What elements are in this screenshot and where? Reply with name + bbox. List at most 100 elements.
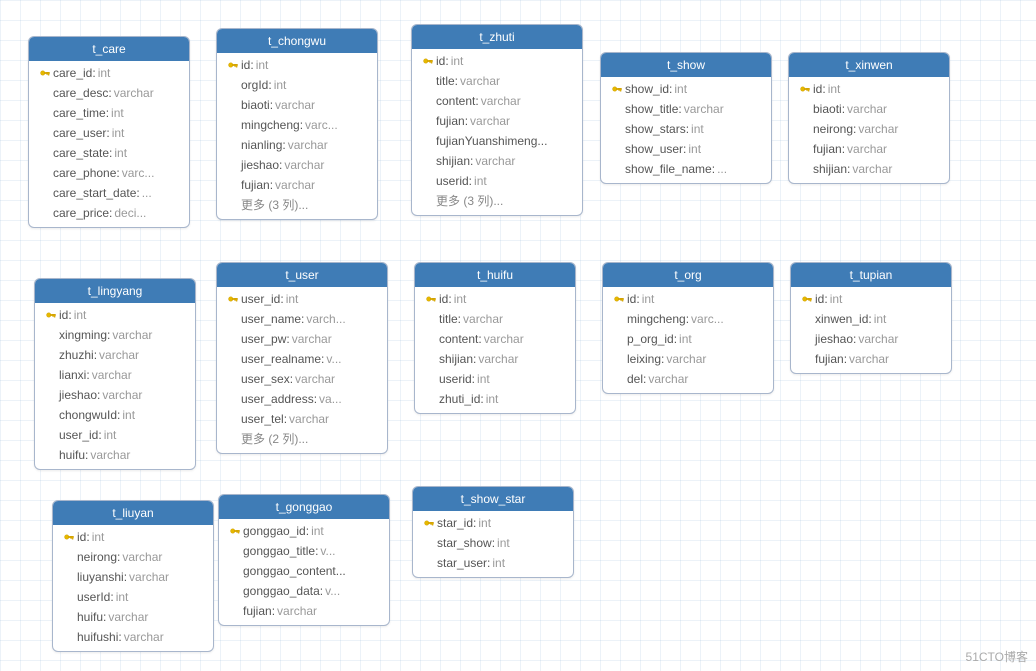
column-row[interactable]: show_stars: int xyxy=(601,119,771,139)
column-row[interactable]: user_id: int xyxy=(217,289,387,309)
table-header[interactable]: t_org xyxy=(603,263,773,287)
column-row[interactable]: care_state: int xyxy=(29,143,189,163)
column-row[interactable]: fujian: varchar xyxy=(412,111,582,131)
column-row[interactable]: fujian: varchar xyxy=(789,139,949,159)
column-row[interactable]: neirong: varchar xyxy=(53,547,213,567)
table-t_huifu[interactable]: t_huifuid: inttitle: varcharcontent: var… xyxy=(414,262,576,414)
column-row[interactable]: user_name: varch... xyxy=(217,309,387,329)
column-row[interactable]: user_address: va... xyxy=(217,389,387,409)
column-row[interactable]: care_id: int xyxy=(29,63,189,83)
column-row[interactable]: id: int xyxy=(603,289,773,309)
column-row[interactable]: fujian: varchar xyxy=(219,601,389,621)
table-header[interactable]: t_zhuti xyxy=(412,25,582,49)
column-row[interactable]: lianxi: varchar xyxy=(35,365,195,385)
table-header[interactable]: t_liuyan xyxy=(53,501,213,525)
column-row[interactable]: star_user: int xyxy=(413,553,573,573)
column-row[interactable]: user_pw: varchar xyxy=(217,329,387,349)
column-row[interactable]: id: int xyxy=(35,305,195,325)
column-row[interactable]: fujianYuanshimeng... xyxy=(412,131,582,151)
column-row[interactable]: show_user: int xyxy=(601,139,771,159)
column-row[interactable]: care_price: deci... xyxy=(29,203,189,223)
column-row[interactable]: mingcheng: varc... xyxy=(603,309,773,329)
table-header[interactable]: t_show xyxy=(601,53,771,77)
table-header[interactable]: t_xinwen xyxy=(789,53,949,77)
column-row[interactable]: id: int xyxy=(791,289,951,309)
column-row[interactable]: show_title: varchar xyxy=(601,99,771,119)
column-row[interactable]: id: int xyxy=(53,527,213,547)
column-row[interactable]: huifu: varchar xyxy=(53,607,213,627)
column-row[interactable]: user_realname: v... xyxy=(217,349,387,369)
column-row[interactable]: id: int xyxy=(217,55,377,75)
column-row[interactable]: user_tel: varchar xyxy=(217,409,387,429)
table-header[interactable]: t_care xyxy=(29,37,189,61)
column-row[interactable]: xingming: varchar xyxy=(35,325,195,345)
column-row[interactable]: care_user: int xyxy=(29,123,189,143)
table-t_show[interactable]: t_showshow_id: intshow_title: varcharsho… xyxy=(600,52,772,184)
column-row[interactable]: userid: int xyxy=(412,171,582,191)
table-header[interactable]: t_huifu xyxy=(415,263,575,287)
table-header[interactable]: t_show_star xyxy=(413,487,573,511)
column-row[interactable]: fujian: varchar xyxy=(791,349,951,369)
column-row[interactable]: care_time: int xyxy=(29,103,189,123)
table-t_xinwen[interactable]: t_xinwenid: intbiaoti: varcharneirong: v… xyxy=(788,52,950,184)
column-row[interactable]: show_id: int xyxy=(601,79,771,99)
column-row[interactable]: star_id: int xyxy=(413,513,573,533)
column-row[interactable]: nianling: varchar xyxy=(217,135,377,155)
column-row[interactable]: zhuti_id: int xyxy=(415,389,575,409)
table-t_chongwu[interactable]: t_chongwuid: intorgId: intbiaoti: varcha… xyxy=(216,28,378,220)
column-row[interactable]: mingcheng: varc... xyxy=(217,115,377,135)
column-row[interactable]: shijian: varchar xyxy=(412,151,582,171)
column-row[interactable]: title: varchar xyxy=(412,71,582,91)
table-t_org[interactable]: t_orgid: intmingcheng: varc...p_org_id: … xyxy=(602,262,774,394)
column-row[interactable]: care_desc: varchar xyxy=(29,83,189,103)
column-row[interactable]: shijian: varchar xyxy=(789,159,949,179)
table-t_show_star[interactable]: t_show_starstar_id: intstar_show: intsta… xyxy=(412,486,574,578)
table-t_care[interactable]: t_carecare_id: intcare_desc: varcharcare… xyxy=(28,36,190,228)
more-columns-link[interactable]: 更多 (3 列)... xyxy=(217,195,377,215)
column-row[interactable]: gonggao_data: v... xyxy=(219,581,389,601)
table-header[interactable]: t_user xyxy=(217,263,387,287)
column-row[interactable]: content: varchar xyxy=(415,329,575,349)
column-row[interactable]: gonggao_title: v... xyxy=(219,541,389,561)
column-row[interactable]: del: varchar xyxy=(603,369,773,389)
column-row[interactable]: xinwen_id: int xyxy=(791,309,951,329)
column-row[interactable]: show_file_name: ... xyxy=(601,159,771,179)
column-row[interactable]: leixing: varchar xyxy=(603,349,773,369)
table-t_user[interactable]: t_useruser_id: intuser_name: varch...use… xyxy=(216,262,388,454)
table-t_zhuti[interactable]: t_zhutiid: inttitle: varcharcontent: var… xyxy=(411,24,583,216)
column-row[interactable]: huifu: varchar xyxy=(35,445,195,465)
column-row[interactable]: liuyanshi: varchar xyxy=(53,567,213,587)
table-header[interactable]: t_chongwu xyxy=(217,29,377,53)
column-row[interactable]: p_org_id: int xyxy=(603,329,773,349)
column-row[interactable]: jieshao: varchar xyxy=(217,155,377,175)
column-row[interactable]: biaoti: varchar xyxy=(789,99,949,119)
table-header[interactable]: t_tupian xyxy=(791,263,951,287)
column-row[interactable]: care_phone: varc... xyxy=(29,163,189,183)
column-row[interactable]: id: int xyxy=(789,79,949,99)
table-t_gonggao[interactable]: t_gonggaogonggao_id: intgonggao_title: v… xyxy=(218,494,390,626)
more-columns-link[interactable]: 更多 (3 列)... xyxy=(412,191,582,211)
column-row[interactable]: id: int xyxy=(415,289,575,309)
column-row[interactable]: title: varchar xyxy=(415,309,575,329)
column-row[interactable]: orgId: int xyxy=(217,75,377,95)
table-t_liuyan[interactable]: t_liuyanid: intneirong: varcharliuyanshi… xyxy=(52,500,214,652)
column-row[interactable]: jieshao: varchar xyxy=(791,329,951,349)
column-row[interactable]: user_sex: varchar xyxy=(217,369,387,389)
column-row[interactable]: gonggao_id: int xyxy=(219,521,389,541)
column-row[interactable]: userid: int xyxy=(415,369,575,389)
column-row[interactable]: userId: int xyxy=(53,587,213,607)
more-columns-link[interactable]: 更多 (2 列)... xyxy=(217,429,387,449)
column-row[interactable]: zhuzhi: varchar xyxy=(35,345,195,365)
column-row[interactable]: shijian: varchar xyxy=(415,349,575,369)
column-row[interactable]: id: int xyxy=(412,51,582,71)
column-row[interactable]: jieshao: varchar xyxy=(35,385,195,405)
column-row[interactable]: care_start_date: ... xyxy=(29,183,189,203)
table-header[interactable]: t_gonggao xyxy=(219,495,389,519)
column-row[interactable]: biaoti: varchar xyxy=(217,95,377,115)
column-row[interactable]: content: varchar xyxy=(412,91,582,111)
column-row[interactable]: huifushi: varchar xyxy=(53,627,213,647)
column-row[interactable]: gonggao_content... xyxy=(219,561,389,581)
column-row[interactable]: star_show: int xyxy=(413,533,573,553)
column-row[interactable]: chongwuId: int xyxy=(35,405,195,425)
column-row[interactable]: neirong: varchar xyxy=(789,119,949,139)
